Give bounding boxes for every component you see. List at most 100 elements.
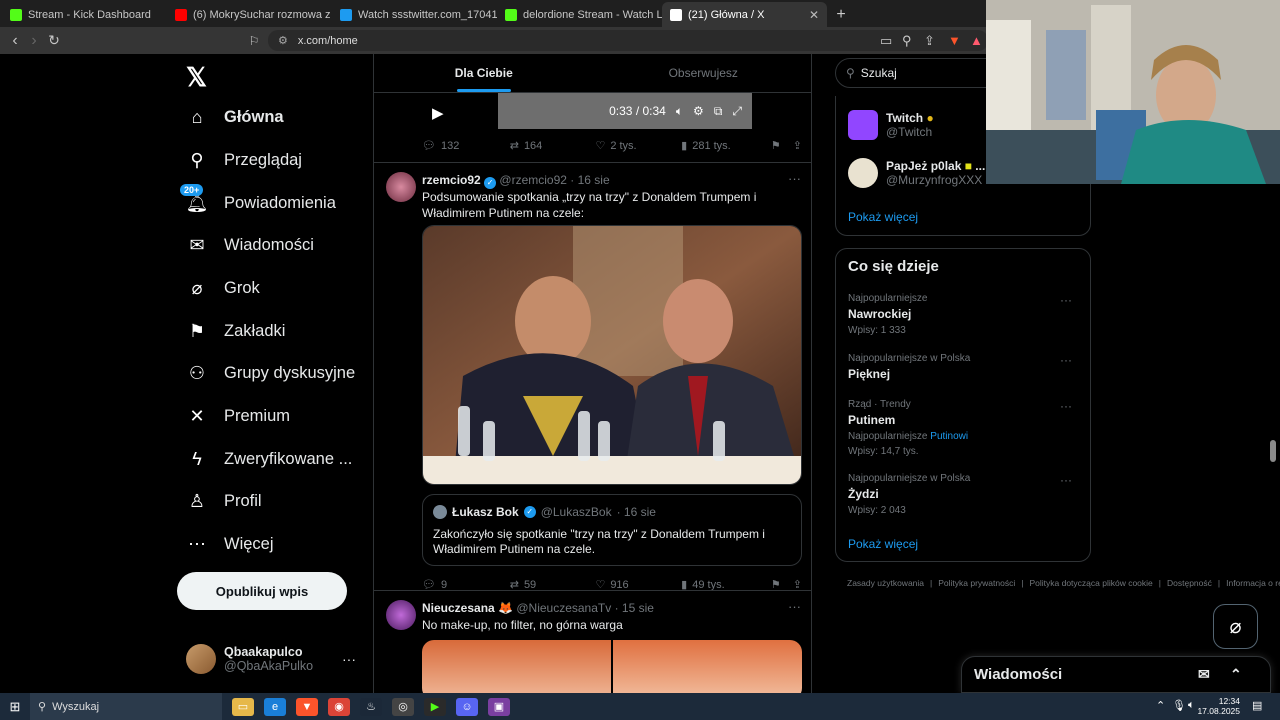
like-button[interactable]: ♡ 2 tys.	[595, 139, 681, 153]
reply-button[interactable]: 💬︎ 132	[422, 139, 510, 153]
repost-button[interactable]: ⇄ 164	[510, 139, 596, 153]
tab-for-you[interactable]: Dla Ciebie	[374, 54, 594, 92]
trend-item[interactable]: Najpopularniejsze w Polska Żydzi Wpisy: …	[848, 473, 1080, 516]
close-tab-icon[interactable]: ✕	[809, 8, 819, 22]
avatar[interactable]	[386, 172, 416, 202]
sidebar-item-home[interactable]: ⌂ Główna	[186, 106, 284, 128]
sidebar-item-lightning[interactable]: ϟ Zweryfikowane ...	[186, 448, 352, 470]
new-tab-button[interactable]: +	[827, 2, 855, 27]
speaker-icon[interactable]: 🔈︎	[1188, 699, 1195, 712]
scrollbar[interactable]	[1270, 440, 1276, 462]
follow-suggestion[interactable]: Twitch ● @Twitch	[848, 110, 934, 140]
more-dots-icon[interactable]: ···	[1060, 353, 1072, 367]
clock[interactable]: 12:34 17.08.2025	[1197, 696, 1240, 716]
post-date[interactable]: · 15 sie	[615, 601, 654, 615]
post-nieuczesana[interactable]: Nieuczesana 🦊 @NieuczesanaTv · 15 sie ··…	[374, 590, 811, 693]
post-author-name[interactable]: Nieuczesana	[422, 601, 495, 615]
zoom-icon[interactable]: ⚲	[902, 33, 912, 49]
browser-tab[interactable]: Stream - Kick Dashboard	[2, 2, 167, 27]
steam-icon[interactable]: ♨	[360, 697, 382, 716]
file-explorer-icon[interactable]: ▭	[232, 697, 254, 716]
browser-tab[interactable]: (21) Główna / X ✕	[662, 2, 827, 27]
chevron-up-icon[interactable]: ⌃	[1230, 666, 1242, 683]
post-rzemcio92[interactable]: rzemcio92 ✓ @rzemcio92 · 16 sie ··· Pods…	[374, 162, 811, 591]
site-info-icon[interactable]: ⚙	[278, 34, 288, 47]
forward-icon[interactable]: ›	[24, 32, 44, 50]
sidebar-item-grok[interactable]: ⌀ Grok	[186, 277, 260, 299]
bookmark-page-icon[interactable]: ⚐	[244, 34, 264, 48]
chrome-icon[interactable]: ◉	[328, 697, 350, 716]
browser-tab[interactable]: Watch ssstwitter.com_170412579374	[332, 2, 497, 27]
mic-icon[interactable]: 🎙︎	[1172, 699, 1186, 712]
sidebar-item-profile[interactable]: ♙ Profil	[186, 490, 262, 512]
brave-icon[interactable]: ▼	[296, 697, 318, 716]
footer-link[interactable]: Dostępność	[1167, 578, 1212, 588]
obs-icon[interactable]: ◎	[392, 697, 414, 716]
post-date[interactable]: · 16 sie	[570, 173, 609, 187]
bookmark-button[interactable]: ⚑	[771, 139, 793, 152]
sidebar-item-communities[interactable]: ⚇ Grupy dyskusyjne	[186, 362, 355, 384]
sidebar-item-mail[interactable]: ✉ Wiadomości	[186, 234, 313, 256]
post-button[interactable]: Opublikuj wpis	[177, 572, 347, 610]
browser-tab[interactable]: delordione Stream - Watch Live on K	[497, 2, 662, 27]
more-dots-icon[interactable]: ···	[788, 599, 801, 614]
more-dots-icon[interactable]: ···	[342, 651, 356, 667]
app-icon[interactable]: ▣	[488, 697, 510, 716]
tray-chevron-up-icon[interactable]: ⌃	[1156, 699, 1165, 712]
discord-icon[interactable]: ☺	[456, 697, 478, 716]
show-more-link[interactable]: Pokaż więcej	[848, 210, 918, 224]
more-dots-icon[interactable]: ···	[1060, 399, 1072, 413]
sidebar-item-more[interactable]: ⋯ Więcej	[186, 533, 274, 555]
brave-shield-icon[interactable]: ▼	[948, 33, 961, 48]
trend-item[interactable]: Najpopularniejsze Nawrockiej Wpisy: 1 33…	[848, 293, 1080, 336]
more-dots-icon[interactable]: ···	[1060, 293, 1072, 307]
back-icon[interactable]: ‹	[5, 32, 25, 50]
taskbar-search[interactable]: ⚲ Wyszukaj	[30, 693, 222, 720]
follow-suggestion[interactable]: PapJeż p0lak ■ ... @MurzynfrogXXX	[848, 158, 985, 188]
browser-tab[interactable]: (6) MokrySuchar rozmowa z Właścic	[167, 2, 332, 27]
more-dots-icon[interactable]: ···	[788, 171, 801, 186]
fullscreen-icon[interactable]: ⤢	[732, 104, 742, 119]
tab-following[interactable]: Obserwujesz	[594, 54, 812, 92]
post-author-name[interactable]: rzemcio92	[422, 173, 481, 187]
cast-icon[interactable]: ▭	[880, 33, 892, 49]
avatar[interactable]	[386, 600, 416, 630]
kick-icon[interactable]: ▶	[424, 697, 446, 716]
play-icon[interactable]: ▶	[432, 104, 444, 122]
sidebar-item-bell[interactable]: 🔔︎ 20+ Powiadomienia	[180, 184, 336, 214]
views-button[interactable]: ▮ 281 tys.	[681, 139, 771, 153]
footer-link[interactable]: Informacja o reklamach	[1226, 578, 1280, 588]
reload-icon[interactable]: ↻	[44, 32, 64, 49]
footer-link[interactable]: Zasady użytkowania	[847, 578, 924, 588]
post-author-handle[interactable]: @NieuczesanaTv	[516, 601, 611, 615]
account-switcher[interactable]: Qbaakapulco @QbaAkaPulko ···	[186, 644, 366, 674]
post-image[interactable]	[422, 640, 802, 693]
pip-icon[interactable]: ⧉	[714, 104, 723, 119]
x-logo-icon[interactable]: 𝕏	[186, 62, 207, 93]
volume-icon[interactable]: 🔈︎	[676, 104, 683, 119]
footer-link[interactable]: Polityka dotycząca plików cookie	[1029, 578, 1152, 588]
brave-rewards-icon[interactable]: ▲	[970, 33, 983, 48]
edge-icon[interactable]: e	[264, 697, 286, 716]
trend-item[interactable]: Najpopularniejsze w Polska Pięknej ···	[848, 353, 1080, 381]
show-more-link[interactable]: Pokaż więcej	[848, 537, 918, 551]
quoted-post[interactable]: Łukasz Bok ✓ @LukaszBok · 16 sie Zakończ…	[422, 494, 802, 566]
grok-button[interactable]: ⌀	[1213, 604, 1258, 649]
messages-drawer[interactable]: Wiadomości ✉ ⌃	[961, 656, 1271, 693]
sidebar-item-x[interactable]: ✕ Premium	[186, 405, 290, 427]
new-message-icon[interactable]: ✉	[1198, 666, 1210, 683]
post-author-handle[interactable]: @rzemcio92	[499, 173, 567, 187]
webcam-image	[986, 0, 1280, 184]
video-player-controls[interactable]: 0:33 / 0:34 🔈︎ ⚙ ⧉ ⤢	[422, 93, 752, 129]
more-dots-icon[interactable]: ···	[1060, 473, 1072, 487]
sidebar-item-search[interactable]: ⚲ Przeglądaj	[186, 149, 302, 171]
notifications-icon[interactable]: ▤	[1252, 699, 1262, 712]
sidebar-item-bookmark[interactable]: ⚑ Zakładki	[186, 320, 286, 342]
settings-icon[interactable]: ⚙	[693, 104, 704, 118]
post-image[interactable]	[422, 225, 802, 485]
share-icon[interactable]: ⇪	[924, 33, 935, 49]
trend-item[interactable]: Rząd · Trendy Putinem Najpopularniejsze …	[848, 399, 1080, 457]
share-button[interactable]: ⇪	[793, 139, 802, 152]
windows-start-icon[interactable]: ⊞	[0, 699, 30, 715]
footer-link[interactable]: Polityka prywatności	[938, 578, 1015, 588]
